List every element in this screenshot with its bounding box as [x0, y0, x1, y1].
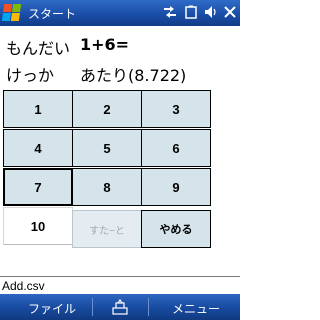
key-3[interactable]: 3 [141, 90, 211, 128]
softkey-file[interactable]: ファイル [28, 300, 76, 317]
question-label: もんだい [6, 39, 71, 58]
softkey-menu[interactable]: メニュー [172, 300, 220, 317]
result-label: けっか [6, 66, 55, 85]
key-9[interactable]: 9 [141, 168, 211, 206]
softkey-separator [92, 298, 93, 316]
key-7[interactable]: 7 [3, 168, 73, 206]
key-1[interactable]: 1 [3, 90, 73, 128]
softkey-separator [148, 298, 149, 316]
keyboard-icon[interactable] [112, 299, 128, 315]
close-icon[interactable] [224, 6, 236, 18]
file-name-field[interactable]: Add.csv [0, 276, 240, 294]
answer-keypad: 1 2 3 4 5 6 7 8 9 10 すた−と やめる [3, 90, 237, 258]
key-6[interactable]: 6 [141, 129, 211, 167]
start-button[interactable] [1, 4, 23, 22]
key-10[interactable]: 10 [3, 207, 73, 245]
windows-logo-icon [1, 4, 23, 21]
key-8[interactable]: 8 [72, 168, 142, 206]
volume-icon[interactable] [204, 5, 218, 19]
question-value: 1+6= [80, 35, 130, 54]
window-title: スタート [28, 7, 77, 21]
key-2[interactable]: 2 [72, 90, 142, 128]
result-row: けっか あたり(8.722) [0, 58, 240, 85]
battery-icon[interactable] [184, 5, 198, 19]
softkey-bar: ファイル メニュー [0, 294, 240, 320]
connectivity-icon[interactable] [162, 5, 178, 19]
key-5[interactable]: 5 [72, 129, 142, 167]
question-row: もんだい 1+6= [0, 31, 240, 58]
start-button-disabled[interactable]: すた−と [72, 210, 142, 248]
title-bar: スタート [0, 0, 240, 26]
stop-button[interactable]: やめる [141, 210, 211, 248]
result-value: あたり(8.722) [80, 66, 187, 85]
key-4[interactable]: 4 [3, 129, 73, 167]
